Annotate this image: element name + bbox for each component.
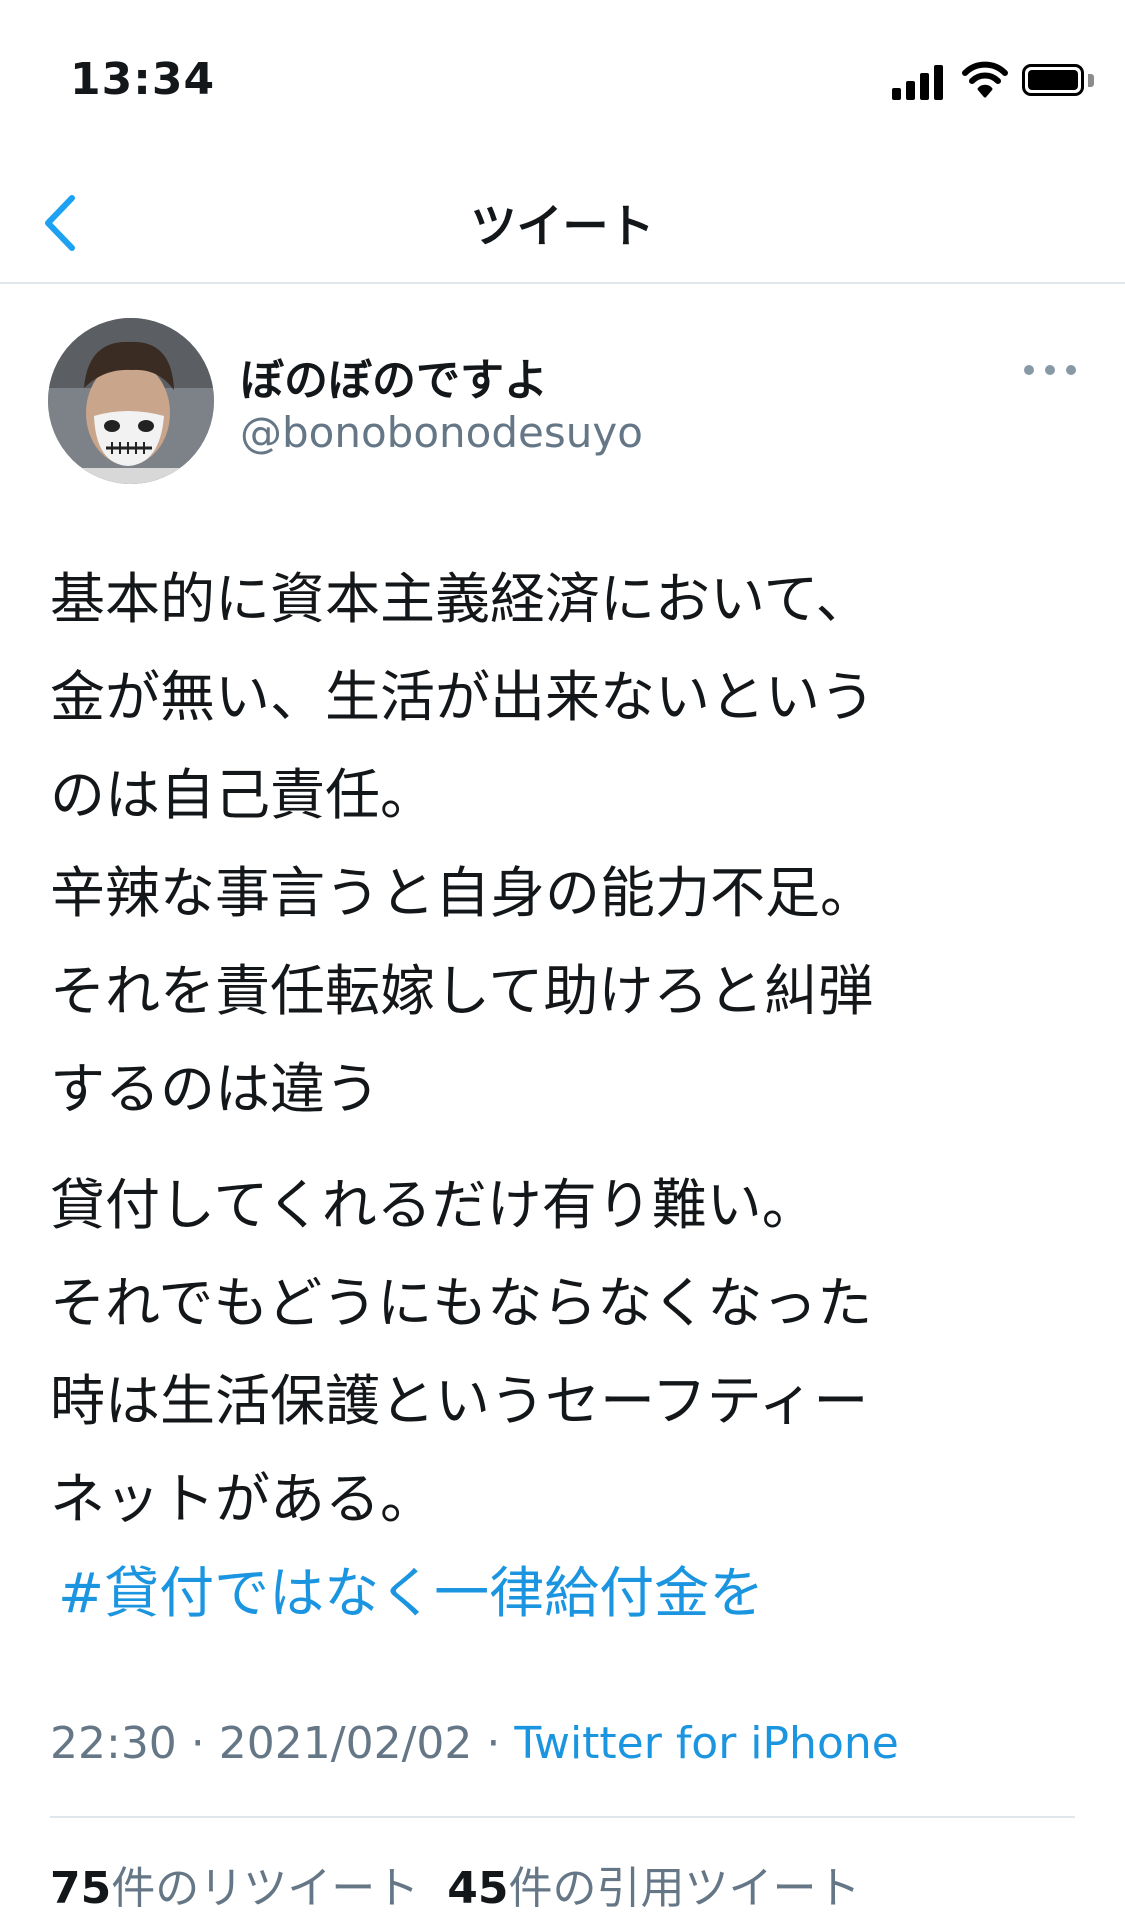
retweets-stat[interactable]: 75件のリツイート	[50, 1863, 419, 1914]
source-link[interactable]: Twitter for iPhone	[514, 1718, 898, 1769]
page-title: ツイート	[470, 199, 655, 253]
meta-separator: ·	[176, 1718, 219, 1769]
tweet-time: 22:30	[50, 1718, 177, 1769]
tweet-text: 基本的に資本主義経済において、 金が無い、生活が出来ないという のは自己責任。 …	[50, 550, 1080, 1548]
tweet-line: ネットがある。	[50, 1467, 436, 1531]
display-name[interactable]: ぼのぼのですよ	[240, 344, 548, 408]
tweet-line: 貸付してくれるだけ有り難い。	[50, 1173, 817, 1237]
quotes-stat[interactable]: 45件の引用ツイート	[447, 1863, 860, 1914]
navigation-bar: ツイート	[0, 160, 1125, 284]
tweet-metadata: 22:30 · 2021/02/02 · Twitter for iPhone	[50, 1718, 899, 1769]
tweet-line: するのは違う	[50, 1057, 381, 1121]
tweet-line: それを責任転嫁して助けろと糾弾	[50, 959, 874, 1023]
status-time: 13:34	[70, 54, 216, 105]
meta-separator: ·	[472, 1718, 515, 1769]
engagement-stats: 75件のリツイート 45件の引用ツイート	[50, 1852, 860, 1916]
avatar-image	[48, 318, 214, 484]
tweet-line: 金が無い、生活が出来ないという	[50, 665, 876, 729]
user-handle[interactable]: @bonobonodesuyo	[240, 408, 643, 457]
tweet-line: それでもどうにもならなくなった	[50, 1271, 873, 1335]
tweet-line: 時は生活保護というセーフティー	[50, 1369, 869, 1433]
hashtag-link[interactable]: #貸付ではなく一律給付金を	[58, 1548, 764, 1628]
avatar[interactable]	[48, 318, 214, 484]
divider	[50, 1816, 1075, 1818]
quotes-label: 件の引用ツイート	[508, 1863, 861, 1914]
retweets-count: 75	[50, 1863, 112, 1914]
cellular-signal-icon	[892, 62, 944, 100]
tweet-date: 2021/02/02	[218, 1718, 473, 1769]
wifi-icon	[962, 61, 1008, 98]
status-bar: 13:34	[0, 0, 1125, 160]
battery-icon	[1022, 64, 1084, 96]
tweet-line: 基本的に資本主義経済において、	[50, 567, 871, 631]
quotes-count: 45	[447, 1863, 509, 1914]
tweet-line: 辛辣な事言うと自身の能力不足。	[50, 861, 876, 925]
tweet-line: のは自己責任。	[50, 763, 436, 827]
battery-cap	[1088, 74, 1094, 87]
more-horizontal-icon[interactable]	[1024, 358, 1076, 382]
retweets-label: 件のリツイート	[111, 1863, 420, 1914]
